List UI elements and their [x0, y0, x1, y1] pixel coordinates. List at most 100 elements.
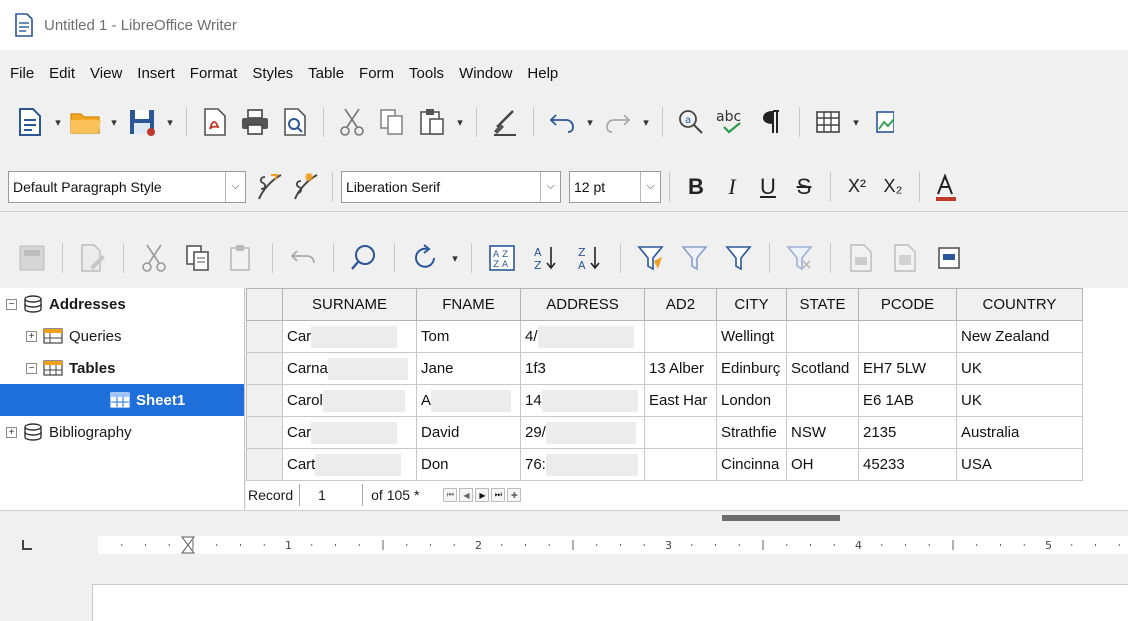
chevron-down-icon[interactable]: ⌵	[225, 171, 245, 202]
cell-ad2[interactable]	[644, 416, 717, 449]
subscript-button[interactable]: X₂	[875, 167, 911, 207]
horizontal-ruler[interactable]: 1 2 3 4 5	[98, 536, 1128, 554]
save-button[interactable]	[122, 102, 162, 142]
expand-icon[interactable]: +	[26, 330, 37, 342]
clone-formatting-button[interactable]	[485, 102, 525, 142]
cell-state[interactable]: Scotland	[786, 352, 859, 385]
cell-state[interactable]	[786, 384, 859, 417]
menu-table[interactable]: Table	[308, 65, 344, 82]
tree-item-tables[interactable]: − Tables	[0, 352, 244, 384]
cell-surname[interactable]: Carna	[282, 352, 417, 385]
tab-stop-selector-icon[interactable]	[22, 540, 32, 550]
menu-window[interactable]: Window	[459, 65, 512, 82]
indent-marker-icon[interactable]	[181, 536, 195, 554]
cell-surname[interactable]: Cart	[282, 448, 417, 481]
standard-filter-button[interactable]	[673, 238, 717, 278]
cut-button[interactable]	[332, 102, 372, 142]
cell-fname[interactable]: Don	[416, 448, 521, 481]
column-header-ad2[interactable]: AD2	[644, 288, 717, 321]
copy-button[interactable]	[372, 102, 412, 142]
print-preview-button[interactable]	[275, 102, 315, 142]
row-header[interactable]	[246, 320, 283, 353]
column-header-fname[interactable]: FNAME	[416, 288, 521, 321]
autofilter-button[interactable]	[629, 238, 673, 278]
cell-fname[interactable]: Tom	[416, 320, 521, 353]
column-header-city[interactable]: CITY	[716, 288, 787, 321]
cut-button-disabled[interactable]	[132, 238, 176, 278]
previous-record-icon[interactable]: ◀	[459, 488, 474, 502]
cell-city[interactable]: Strathfie	[716, 416, 787, 449]
paste-button[interactable]	[412, 102, 452, 142]
next-record-icon[interactable]: ▶	[475, 488, 490, 502]
cell-address[interactable]: 76:	[520, 448, 645, 481]
cell-ad2[interactable]	[644, 448, 717, 481]
table-dropdown-arrow[interactable]: ▾	[848, 102, 864, 142]
cell-city[interactable]: London	[716, 384, 787, 417]
reset-filter-button[interactable]	[778, 238, 822, 278]
chevron-down-icon[interactable]: ⌵	[540, 171, 560, 202]
refresh-dropdown-arrow[interactable]: ▾	[447, 238, 463, 278]
tree-item-bibliography[interactable]: + Bibliography	[0, 416, 244, 448]
column-header-pcode[interactable]: PCODE	[858, 288, 957, 321]
table-row[interactable]: Cart Don 76: Cincinna OH 45233 USA	[246, 448, 1083, 481]
table-row[interactable]: Car Tom 4/ Wellingt New Zealand	[246, 320, 1083, 353]
document-page[interactable]	[92, 584, 1128, 621]
new-record-icon[interactable]: ✚	[507, 488, 522, 502]
menu-view[interactable]: View	[90, 65, 122, 82]
cell-city[interactable]: Edinburç	[716, 352, 787, 385]
cell-fname[interactable]: David	[416, 416, 521, 449]
open-button[interactable]	[66, 102, 106, 142]
cell-address[interactable]: 4/	[520, 320, 645, 353]
edit-data-button[interactable]	[71, 238, 115, 278]
column-header-country[interactable]: COUNTRY	[956, 288, 1083, 321]
print-button[interactable]	[235, 102, 275, 142]
cell-surname[interactable]: Car	[282, 416, 417, 449]
refresh-button[interactable]	[403, 238, 447, 278]
cell-pcode[interactable]	[858, 320, 957, 353]
chevron-down-icon[interactable]: ⌵	[640, 171, 660, 202]
paste-dropdown-arrow[interactable]: ▾	[452, 102, 468, 142]
column-header-state[interactable]: STATE	[786, 288, 859, 321]
font-size-combo[interactable]: 12 pt ⌵	[569, 170, 661, 203]
row-header[interactable]	[246, 352, 283, 385]
cell-country[interactable]: UK	[956, 352, 1083, 385]
cell-state[interactable]: NSW	[786, 416, 859, 449]
sort-descending-button[interactable]: ZA	[568, 238, 612, 278]
cell-surname[interactable]: Carol	[282, 384, 417, 417]
last-record-icon[interactable]: ⏭	[491, 488, 506, 502]
new-document-button[interactable]	[10, 102, 50, 142]
pane-splitter[interactable]	[0, 510, 1128, 521]
underline-button[interactable]: U	[750, 167, 786, 207]
cell-pcode[interactable]: 2135	[858, 416, 957, 449]
cell-city[interactable]: Wellingt	[716, 320, 787, 353]
find-record-button[interactable]	[342, 238, 386, 278]
sort-button[interactable]: A ZZ A	[480, 238, 524, 278]
cell-state[interactable]: OH	[786, 448, 859, 481]
collapse-icon[interactable]: −	[6, 298, 17, 310]
update-style-button[interactable]	[252, 167, 288, 207]
menu-form[interactable]: Form	[359, 65, 394, 82]
formatting-marks-button[interactable]	[751, 102, 791, 142]
redo-button[interactable]	[598, 102, 638, 142]
cell-country[interactable]: Australia	[956, 416, 1083, 449]
menu-styles[interactable]: Styles	[252, 65, 293, 82]
font-name-combo[interactable]: Liberation Serif ⌵	[341, 170, 561, 203]
spelling-button[interactable]: abc	[711, 102, 751, 142]
cell-address[interactable]: 14	[520, 384, 645, 417]
open-dropdown-arrow[interactable]: ▾	[106, 102, 122, 142]
cell-fname[interactable]: A	[416, 384, 521, 417]
undo-button[interactable]	[542, 102, 582, 142]
table-row[interactable]: Carna Jane 1f3 13 Alber Edinburç Scotlan…	[246, 352, 1083, 385]
italic-button[interactable]: I	[714, 167, 750, 207]
cell-ad2[interactable]: 13 Alber	[644, 352, 717, 385]
superscript-button[interactable]: X²	[839, 167, 875, 207]
collapse-icon[interactable]: −	[26, 362, 37, 374]
paragraph-style-combo[interactable]: Default Paragraph Style ⌵	[8, 170, 246, 203]
cell-ad2[interactable]	[644, 320, 717, 353]
font-color-button[interactable]	[928, 167, 964, 207]
bold-button[interactable]: B	[678, 167, 714, 207]
expand-icon[interactable]: +	[6, 426, 17, 438]
menu-format[interactable]: Format	[190, 65, 238, 82]
insert-table-button[interactable]	[808, 102, 848, 142]
tree-item-queries[interactable]: + Queries	[0, 320, 244, 352]
